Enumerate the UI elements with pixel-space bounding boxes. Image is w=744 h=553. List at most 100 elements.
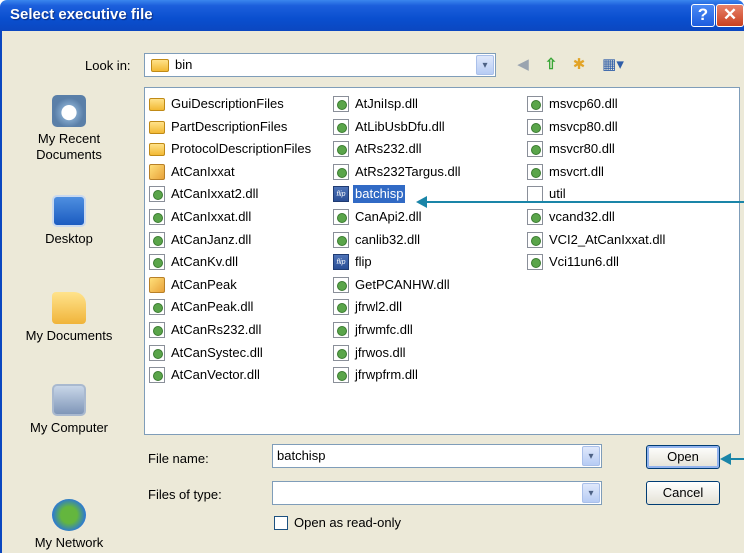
flip-app-icon: flip	[333, 254, 349, 271]
dll-file-icon	[527, 118, 543, 135]
recent-documents-icon	[52, 95, 86, 127]
my-network-icon	[52, 499, 86, 531]
open-read-only-checkbox[interactable]	[274, 516, 288, 530]
dll-file-icon	[527, 254, 543, 271]
place-label: My Recent Documents	[36, 131, 102, 162]
dll-file-icon	[149, 322, 165, 338]
file-name-text: AtCanIxxat	[171, 163, 235, 179]
places-bar: My Recent Documents Desktop My Documents…	[16, 87, 122, 553]
file-name-text: AtCanIxxat.dll	[171, 209, 252, 224]
dll-file-icon	[333, 276, 349, 293]
folder-icon	[149, 98, 165, 111]
file-name-input[interactable]: batchisp ▾	[272, 444, 602, 468]
file-name-text: jfrwl2.dll	[355, 299, 402, 315]
file-name-text: jfrwos.dll	[355, 344, 406, 360]
chevron-down-icon[interactable]: ▾	[582, 446, 600, 466]
folder-icon	[149, 143, 165, 157]
close-button[interactable]: ✕	[716, 4, 744, 27]
place-my-network[interactable]: My Network	[16, 499, 122, 551]
dll-file-icon	[333, 299, 349, 316]
dll-file-icon	[149, 344, 165, 361]
look-in-label: Look in:	[85, 58, 131, 73]
views-menu-icon[interactable]: ▦▾	[598, 55, 628, 75]
file-name-text: AtCanVector.dll	[171, 367, 260, 383]
place-label: Desktop	[45, 231, 93, 246]
folder-icon	[149, 120, 165, 134]
my-computer-icon	[52, 384, 86, 416]
place-desktop[interactable]: Desktop	[16, 195, 122, 247]
file-name-text: jfrwpfrm.dll	[355, 367, 418, 383]
dll-file-icon	[333, 118, 349, 135]
file-name-text: AtCanRs232.dll	[171, 322, 262, 337]
dll-file-icon	[333, 322, 349, 338]
file-name-text: canlib32.dll	[355, 231, 421, 247]
file-name-text: msvcr80.dll	[549, 141, 615, 157]
file-name-text: AtCanJanz.dll	[171, 231, 252, 247]
file-name-text: AtRs232.dll	[355, 141, 422, 157]
place-label: My Documents	[25, 328, 113, 343]
chevron-down-icon[interactable]: ▾	[582, 483, 600, 503]
place-my-recent-documents[interactable]: My Recent Documents	[16, 95, 122, 163]
dll-file-icon	[333, 96, 349, 112]
up-folder-icon[interactable]: ⇧	[540, 55, 562, 75]
dll-file-icon	[527, 209, 543, 225]
dll-file-icon	[333, 344, 349, 361]
look-in-value: bin	[175, 57, 193, 72]
file-name-text: flip	[355, 254, 372, 270]
file-list[interactable]: GuiDescriptionFiles PartDescriptionFiles P…	[144, 87, 740, 435]
back-arrow-icon[interactable]: ◀	[512, 55, 534, 75]
dialog-body: Look in: bin ▾ ◀ ⇧ ✱ ▦▾ My Recent Docume…	[0, 31, 744, 553]
flip-app-icon: flip	[333, 186, 349, 203]
folder-icon	[151, 59, 169, 72]
file-name-text: AtRs232Targus.dll	[355, 163, 461, 179]
cancel-button[interactable]: Cancel	[646, 481, 720, 505]
file-name-text: msvcp80.dll	[549, 118, 618, 134]
title-bar[interactable]: Select executive file ? ✕	[0, 0, 744, 31]
dll-file-icon	[527, 141, 543, 158]
file-name-text: AtCanKv.dll	[171, 254, 238, 270]
file-name-text: jfrwmfc.dll	[355, 322, 413, 337]
open-button[interactable]: Open	[646, 445, 720, 469]
dll-file-icon	[333, 367, 349, 384]
dll-file-icon	[333, 209, 349, 225]
file-name-text: batchisp	[353, 185, 406, 204]
dll-file-icon	[333, 163, 349, 180]
file-name-text: msvcp60.dll	[549, 96, 618, 111]
file-name-text: AtCanIxxat2.dll	[171, 186, 259, 202]
place-my-computer[interactable]: My Computer	[16, 384, 122, 436]
open-read-only-label: Open as read-only	[294, 515, 401, 530]
new-folder-icon[interactable]: ✱	[568, 55, 590, 75]
files-of-type-select[interactable]: ▾	[272, 481, 602, 505]
look-in-combo[interactable]: bin ▾	[144, 53, 496, 77]
place-my-documents[interactable]: My Documents	[16, 292, 122, 344]
dll-file-icon	[527, 163, 543, 180]
dll-file-icon	[149, 299, 165, 316]
file-name-text: AtCanPeak	[171, 276, 237, 292]
file-name-text: AtLibUsbDfu.dll	[355, 118, 445, 134]
dll-file-icon	[149, 231, 165, 248]
dll-file-icon	[149, 254, 165, 271]
dll-file-icon	[527, 96, 543, 112]
file-name-text: GuiDescriptionFiles	[171, 96, 284, 111]
chevron-down-icon[interactable]: ▾	[476, 55, 494, 75]
executable-icon	[149, 163, 165, 180]
file-name-label: File name:	[148, 451, 209, 466]
files-of-type-label: Files of type:	[148, 487, 222, 502]
file-name-text: PartDescriptionFiles	[171, 118, 288, 134]
file-name-text: ProtocolDescriptionFiles	[171, 141, 312, 157]
file-name-text: VCI2_AtCanIxxat.dll	[549, 231, 666, 247]
file-name-text: GetPCANHW.dll	[355, 276, 450, 292]
executable-icon	[149, 276, 165, 293]
my-documents-icon	[52, 292, 86, 324]
select-executive-file-dialog: Select executive file ? ✕ Look in: bin ▾…	[0, 0, 744, 553]
file-name-text: AtJniIsp.dll	[355, 96, 418, 111]
help-button[interactable]: ?	[691, 4, 715, 27]
place-label: My Network	[34, 535, 104, 550]
file-name-text: CanApi2.dll	[355, 209, 422, 224]
file-name-text: AtCanPeak.dll	[171, 299, 254, 315]
dll-file-icon	[333, 231, 349, 248]
dialog-title: Select executive file	[10, 6, 153, 23]
dll-file-icon	[149, 186, 165, 203]
dll-file-icon	[333, 141, 349, 158]
annotation-arrow-batchisp	[416, 196, 744, 208]
